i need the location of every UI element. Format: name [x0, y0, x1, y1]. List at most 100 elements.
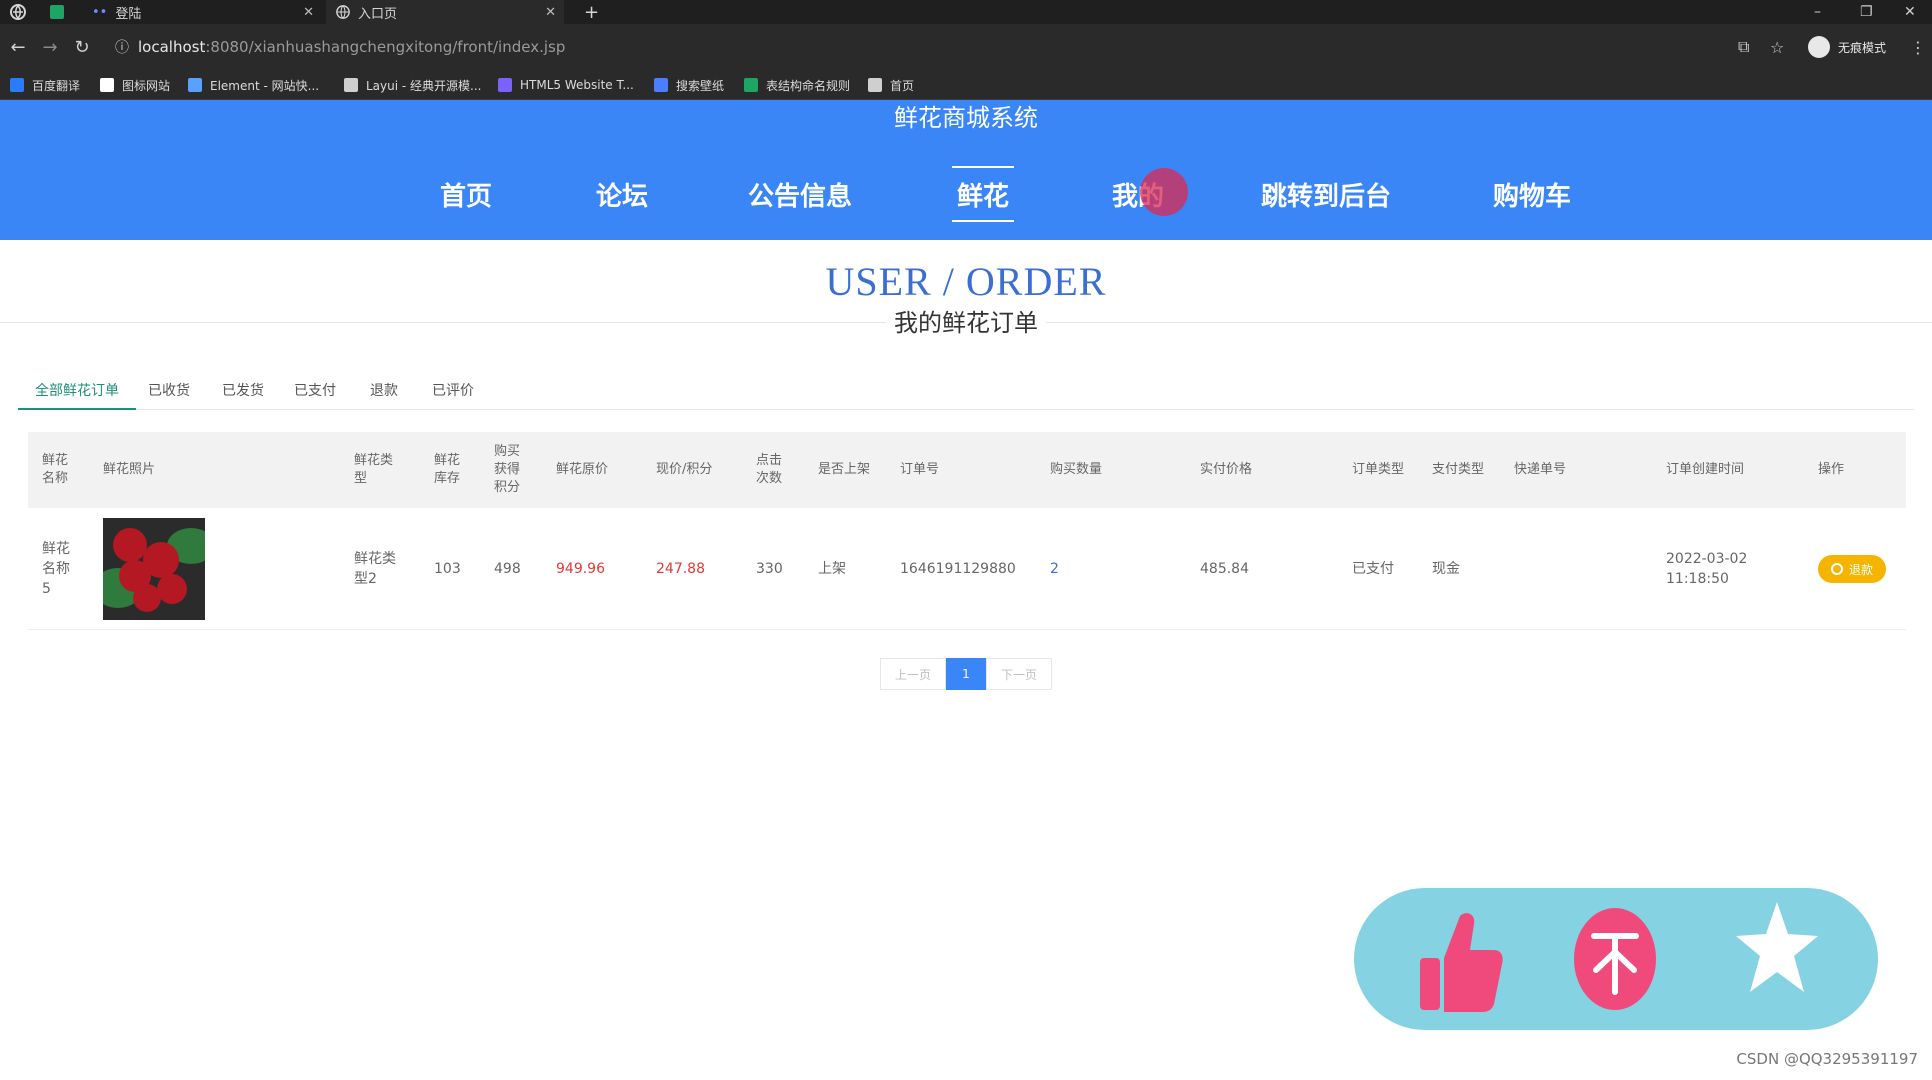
- table-header-cell: 鲜花库存: [434, 453, 461, 486]
- tab-all-orders[interactable]: 全部鲜花订单: [18, 376, 136, 410]
- table-header-cell: 购买获得积分: [494, 444, 521, 495]
- table-header-cell: 鲜花名称: [42, 453, 69, 486]
- back-to-top-icon[interactable]: [1572, 906, 1658, 1012]
- site-title: 鲜花商城系统: [894, 104, 1038, 132]
- table-cell-paid: 485.84: [1200, 561, 1249, 577]
- table-header-cell: 支付类型: [1432, 462, 1485, 477]
- table-header-cell: 现价/积分: [656, 462, 713, 477]
- refund-button[interactable]: 退款: [1818, 555, 1886, 583]
- nav-cart[interactable]: 购物车: [1490, 166, 1574, 222]
- profile-button[interactable]: 无痕模式: [1808, 36, 1886, 58]
- nav-notices[interactable]: 公告信息: [746, 166, 854, 222]
- bookmark-label: Layui - 经典开源模...: [366, 78, 482, 93]
- prev-page-button[interactable]: 上一页: [880, 658, 946, 690]
- bookmark-item[interactable]: Layui - 经典开源模...: [344, 70, 481, 100]
- bookmark-item[interactable]: 搜索壁纸: [654, 70, 724, 100]
- page-subtitle: 我的鲜花订单: [886, 306, 1046, 340]
- bookmark-label: 表结构命名规则: [766, 78, 851, 93]
- bookmark-item[interactable]: HTML5 Website T...: [498, 70, 634, 100]
- url-field[interactable]: localhost:8080/xianhuashangchengxitong/f…: [138, 34, 1738, 60]
- tab-entry[interactable]: 入口页 ✕: [326, 0, 564, 24]
- incognito-icon: [1808, 36, 1830, 58]
- floating-action-widget: [1354, 888, 1878, 1030]
- bookmark-icon: [744, 78, 758, 92]
- table-header-cell: 鲜花原价: [556, 462, 609, 477]
- new-tab-button[interactable]: +: [574, 0, 604, 24]
- table-header-cell: 鲜花类型: [354, 453, 394, 486]
- bookmark-label: 图标网站: [122, 78, 171, 93]
- flower-photo: [103, 518, 205, 620]
- table-cell-express-no: [1514, 508, 1594, 630]
- url-host: localhost: [138, 38, 206, 56]
- page-title: USER / ORDER: [825, 259, 1107, 304]
- table-header-cell: 鲜花照片: [103, 462, 156, 477]
- bookmark-item[interactable]: 表结构命名规则: [744, 70, 850, 100]
- bookmark-label: HTML5 Website T...: [520, 78, 634, 92]
- bookmark-label: Element - 网站快...: [210, 78, 320, 93]
- table-header-cell: 点击次数: [756, 453, 783, 486]
- bookmark-item[interactable]: Element - 网站快...: [188, 70, 319, 100]
- tab-reviewed[interactable]: 已评价: [432, 376, 478, 410]
- bookmark-icon: [188, 78, 202, 92]
- bookmark-label: 首页: [890, 78, 915, 93]
- table-cell-name: 鲜花名称5: [42, 541, 70, 597]
- back-icon[interactable]: ←: [6, 24, 30, 70]
- tab-login-label: 登陆: [115, 6, 142, 22]
- tab-entry-label: 入口页: [358, 6, 398, 22]
- star-icon[interactable]: [1734, 898, 1820, 998]
- table-header-cell: 订单类型: [1352, 462, 1405, 477]
- table-cell-order-type: 已支付: [1352, 561, 1394, 577]
- close-window-icon[interactable]: ✕: [1904, 0, 1916, 24]
- bookmark-icon: [868, 78, 882, 92]
- table-cell-stock: 103: [434, 561, 461, 577]
- next-page-button[interactable]: 下一页: [986, 658, 1052, 690]
- table-cell-clicks: 330: [756, 561, 783, 577]
- table-header-cell: 订单号: [900, 462, 940, 477]
- bookmark-star-icon[interactable]: ☆: [1770, 24, 1784, 70]
- nav-admin[interactable]: 跳转到后台: [1260, 166, 1392, 222]
- bookmark-icon: [10, 78, 24, 92]
- table-cell-type: 鲜花类型2: [354, 551, 396, 587]
- close-icon[interactable]: ✕: [303, 5, 314, 20]
- nav-forum[interactable]: 论坛: [592, 166, 652, 222]
- info-icon[interactable]: ⓘ: [110, 24, 134, 70]
- more-menu-icon[interactable]: ⋮: [1910, 24, 1926, 70]
- table-cell-order-no: 1646191129880: [900, 561, 1016, 577]
- restore-icon[interactable]: ❐: [1860, 0, 1873, 24]
- globe-icon: [336, 5, 350, 19]
- cursor-highlight: [1140, 168, 1188, 216]
- table-cell-points: 498: [494, 561, 521, 577]
- bookmark-item[interactable]: 百度翻译: [10, 70, 80, 100]
- forward-icon[interactable]: →: [38, 24, 62, 70]
- table-cell-quantity: 2: [1050, 561, 1059, 577]
- table-header-cell: 是否上架: [818, 462, 871, 477]
- tab-favicon-icon: ••: [92, 4, 108, 20]
- reload-icon[interactable]: ↻: [70, 24, 94, 70]
- bookmark-item[interactable]: 图标网站: [100, 70, 170, 100]
- watermark: CSDN @QQ3295391197: [1736, 1050, 1918, 1068]
- table-cell-current-price: 247.88: [656, 561, 705, 577]
- page-1-button[interactable]: 1: [946, 658, 986, 690]
- table-header-cell: 购买数量: [1050, 462, 1103, 477]
- table-header-cell: 快递单号: [1514, 462, 1567, 477]
- translate-icon[interactable]: ⧉: [1738, 24, 1749, 70]
- tab-paid[interactable]: 已支付: [294, 376, 340, 410]
- close-icon[interactable]: ✕: [545, 5, 556, 20]
- table-header-cell: 订单创建时间: [1666, 462, 1745, 477]
- tab-received[interactable]: 已收货: [148, 376, 194, 410]
- table-cell-created: 2022-03-02 11:18:50: [1666, 551, 1748, 587]
- chrome-menu-icon[interactable]: [0, 0, 36, 24]
- nav-home[interactable]: 首页: [436, 166, 496, 222]
- minimize-icon[interactable]: –: [1814, 0, 1821, 24]
- tab-shipped[interactable]: 已发货: [222, 376, 268, 410]
- tab-login[interactable]: •• 登陆 ✕: [82, 0, 322, 24]
- thumbs-up-icon[interactable]: [1418, 910, 1504, 1014]
- nav-flowers[interactable]: 鲜花: [952, 166, 1014, 222]
- sheet-tab-icon[interactable]: [40, 0, 82, 24]
- tab-refund[interactable]: 退款: [370, 376, 402, 410]
- bookmark-item[interactable]: 首页: [868, 70, 914, 100]
- bookmark-icon: [344, 78, 358, 92]
- bookmark-icon: [654, 78, 668, 92]
- table-header-cell: 实付价格: [1200, 462, 1253, 477]
- table-header-cell: 操作: [1818, 462, 1845, 477]
